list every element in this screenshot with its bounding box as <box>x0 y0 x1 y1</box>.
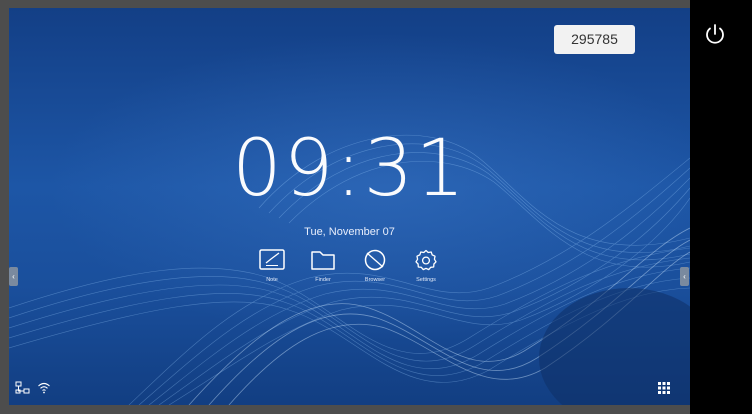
browser-icon <box>364 249 386 271</box>
app-label-finder: Finder <box>315 277 331 283</box>
app-note[interactable]: Note <box>250 248 294 283</box>
top-frame <box>0 0 690 8</box>
left-frame <box>0 8 9 405</box>
apps-grid-icon <box>658 382 670 394</box>
wifi-status[interactable] <box>37 381 51 400</box>
app-label-note: Note <box>266 277 278 283</box>
note-icon <box>259 249 285 270</box>
app-finder[interactable]: Finder <box>301 248 345 283</box>
device-code-badge: 295785 <box>554 25 635 54</box>
app-browser[interactable]: Browser <box>353 248 397 283</box>
clock-date: Tue, November 07 <box>304 226 395 238</box>
right-sidebar-handle[interactable]: ‹ <box>680 267 689 286</box>
app-settings[interactable]: Settings <box>404 248 448 283</box>
clock-time: 09:31 <box>232 124 467 214</box>
left-sidebar-handle[interactable]: ‹ <box>9 267 18 286</box>
power-icon <box>706 24 724 44</box>
app-label-settings: Settings <box>416 277 436 283</box>
app-label-browser: Browser <box>364 277 386 283</box>
bottom-frame <box>0 405 690 414</box>
home-screen: 295785 09:31 Tue, November 07 Note Finde… <box>9 8 690 405</box>
all-apps-button[interactable] <box>657 381 671 400</box>
gear-icon <box>415 249 437 271</box>
right-panel <box>690 0 752 414</box>
power-button[interactable] <box>703 22 727 46</box>
wifi-icon <box>38 382 50 394</box>
folder-icon <box>311 251 335 270</box>
